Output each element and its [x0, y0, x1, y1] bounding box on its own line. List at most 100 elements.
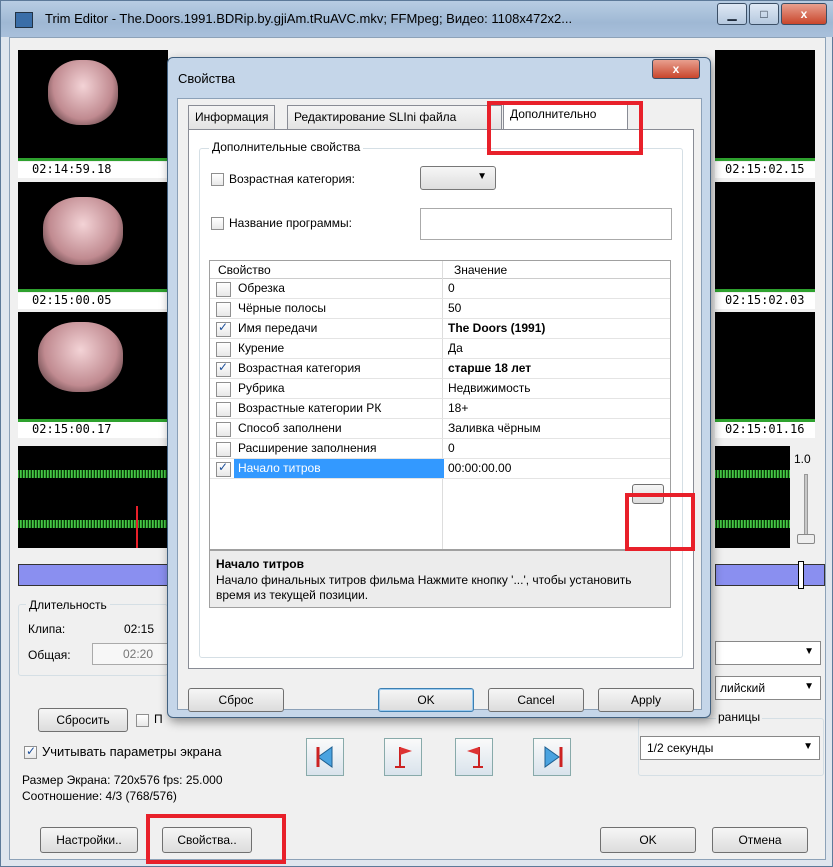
property-row[interactable]: Способ заполнени Заливка чёрным [210, 419, 670, 439]
property-row[interactable]: Чёрные полосы 50 [210, 299, 670, 319]
program-name-label: Название программы: [229, 216, 352, 230]
go-start-marker-button[interactable] [306, 738, 344, 776]
grid-header: Свойство Значение [210, 261, 670, 279]
reset-button[interactable]: Сбросить [38, 708, 128, 732]
property-name: Возрастные категории РК [238, 401, 382, 415]
set-start-marker-button[interactable] [384, 738, 422, 776]
set-end-marker-button[interactable] [455, 738, 493, 776]
waveform-right[interactable] [715, 446, 790, 548]
clip-duration-label: Клипа: [28, 622, 66, 636]
property-name: Чёрные полосы [238, 301, 326, 315]
property-name: Курение [238, 341, 285, 355]
program-name-checkbox[interactable] [211, 217, 224, 230]
dialog-reset-button[interactable]: Сброс [188, 688, 284, 712]
property-value[interactable]: Заливка чёрным [448, 421, 541, 435]
marker-line [18, 289, 168, 292]
go-end-marker-button[interactable] [533, 738, 571, 776]
property-row[interactable]: Имя передачи The Doors (1991) [210, 319, 670, 339]
property-value[interactable]: 0 [448, 281, 455, 295]
playhead-marker [136, 506, 138, 548]
description-panel: Начало титров Начало финальных титров фи… [209, 550, 671, 608]
timecode-right-3: 02:15:01.16 [715, 422, 815, 438]
property-grid: Свойство Значение Обрезка 0 Чёрные полосы 5… [209, 260, 671, 550]
marker-line [715, 289, 815, 292]
property-value[interactable]: 50 [448, 301, 461, 315]
property-row[interactable]: Обрезка 0 [210, 279, 670, 299]
duration-group [18, 604, 168, 676]
screen-params-checkbox[interactable] [24, 744, 37, 759]
frame-thumbnail-left-1[interactable] [18, 50, 168, 158]
app-icon [15, 12, 33, 28]
maximize-button[interactable]: □ [749, 3, 779, 25]
dialog-cancel-button[interactable]: Cancel [488, 688, 584, 712]
property-row-checkbox[interactable] [216, 320, 231, 337]
age-category-label: Возрастная категория: [229, 172, 355, 186]
property-row-checkbox[interactable] [216, 282, 231, 297]
property-value[interactable]: 00:00:00.00 [448, 461, 511, 475]
property-value[interactable]: The Doors (1991) [448, 321, 545, 335]
ok-button[interactable]: OK [600, 827, 696, 853]
property-row-checkbox[interactable] [216, 402, 231, 417]
property-row-checkbox[interactable] [216, 382, 231, 397]
total-duration-field[interactable]: 02:20 [92, 643, 172, 665]
property-row-checkbox[interactable] [216, 342, 231, 357]
property-row[interactable]: Расширение заполнения 0 [210, 439, 670, 459]
right-combo-2-value: лийский [720, 681, 766, 695]
tab-slini-edit[interactable]: Редактирование SLIni файла [287, 105, 502, 129]
property-row-checkbox[interactable] [216, 422, 231, 437]
property-value[interactable]: Недвижимость [448, 381, 531, 395]
timeline-bar-left[interactable] [18, 564, 168, 586]
grid-header-property: Свойство [218, 263, 271, 277]
aspect-ratio-info: Соотношение: 4/3 (768/576) [22, 789, 177, 803]
property-row[interactable]: Возрастные категории РК 18+ [210, 399, 670, 419]
property-value[interactable]: Да [448, 341, 463, 355]
settings-button[interactable]: Настройки.. [40, 827, 138, 853]
interval-group-title: раницы [716, 710, 763, 724]
cancel-button[interactable]: Отмена [712, 827, 808, 853]
highlight-additional-tab [487, 101, 643, 155]
frame-thumbnail-right-3[interactable] [715, 312, 815, 419]
frame-thumbnail-right-2[interactable] [715, 182, 815, 289]
close-button[interactable]: x [781, 3, 827, 25]
timecode-left-3: 02:15:00.17 [18, 422, 168, 438]
start-flag-icon [395, 747, 412, 768]
partial-checkbox[interactable] [136, 714, 149, 727]
dialog-ok-button[interactable]: OK [378, 688, 474, 712]
dialog-apply-button[interactable]: Apply [598, 688, 694, 712]
property-row[interactable]: Рубрика Недвижимость [210, 379, 670, 399]
age-category-checkbox[interactable] [211, 173, 224, 186]
property-row-checkbox[interactable] [216, 442, 231, 457]
timecode-left-1: 02:14:59.18 [18, 162, 168, 178]
program-name-input[interactable] [420, 208, 672, 240]
volume-slider-thumb[interactable] [797, 534, 815, 544]
age-category-dropdown[interactable]: ▼ [420, 166, 496, 190]
timecode-left-2: 02:15:00.05 [18, 293, 168, 309]
dialog-close-button[interactable]: x [652, 59, 700, 79]
timeline-handle[interactable] [798, 561, 804, 589]
right-combo-2[interactable]: лийский ▼ [715, 676, 821, 700]
frame-thumbnail-left-3[interactable] [18, 312, 168, 419]
right-combo-1[interactable]: ▼ [715, 641, 821, 665]
minimize-button[interactable]: ▁ [717, 3, 747, 25]
waveform-left[interactable] [18, 446, 168, 548]
property-row-checkbox[interactable] [216, 360, 231, 377]
property-row-checkbox[interactable] [216, 302, 231, 317]
tab-info[interactable]: Информация [188, 105, 276, 129]
property-value[interactable]: старше 18 лет [448, 361, 531, 375]
property-row-checkbox[interactable] [216, 460, 231, 477]
property-value[interactable]: 0 [448, 441, 455, 455]
property-value[interactable]: 18+ [448, 401, 468, 415]
frame-thumbnail-left-2[interactable] [18, 182, 168, 289]
property-row[interactable]: Курение Да [210, 339, 670, 359]
interval-combo-value: 1/2 секунды [647, 741, 714, 755]
timeline-bar-right[interactable] [715, 561, 825, 589]
frame-thumbnail-right-1[interactable] [715, 50, 815, 158]
volume-label: 1.0 [794, 452, 811, 466]
title-bar[interactable]: Trim Editor - The.Doors.1991.BDRip.by.gj… [1, 1, 833, 37]
properties-dialog: Свойства x Информация Редактирование SLI… [167, 57, 711, 718]
property-row[interactable]: Начало титров 00:00:00.00 [210, 459, 670, 479]
grid-header-value: Значение [454, 263, 508, 277]
interval-combo[interactable]: 1/2 секунды ▼ [640, 736, 820, 760]
property-row[interactable]: Возрастная категория старше 18 лет [210, 359, 670, 379]
total-duration-label: Общая: [28, 648, 71, 662]
